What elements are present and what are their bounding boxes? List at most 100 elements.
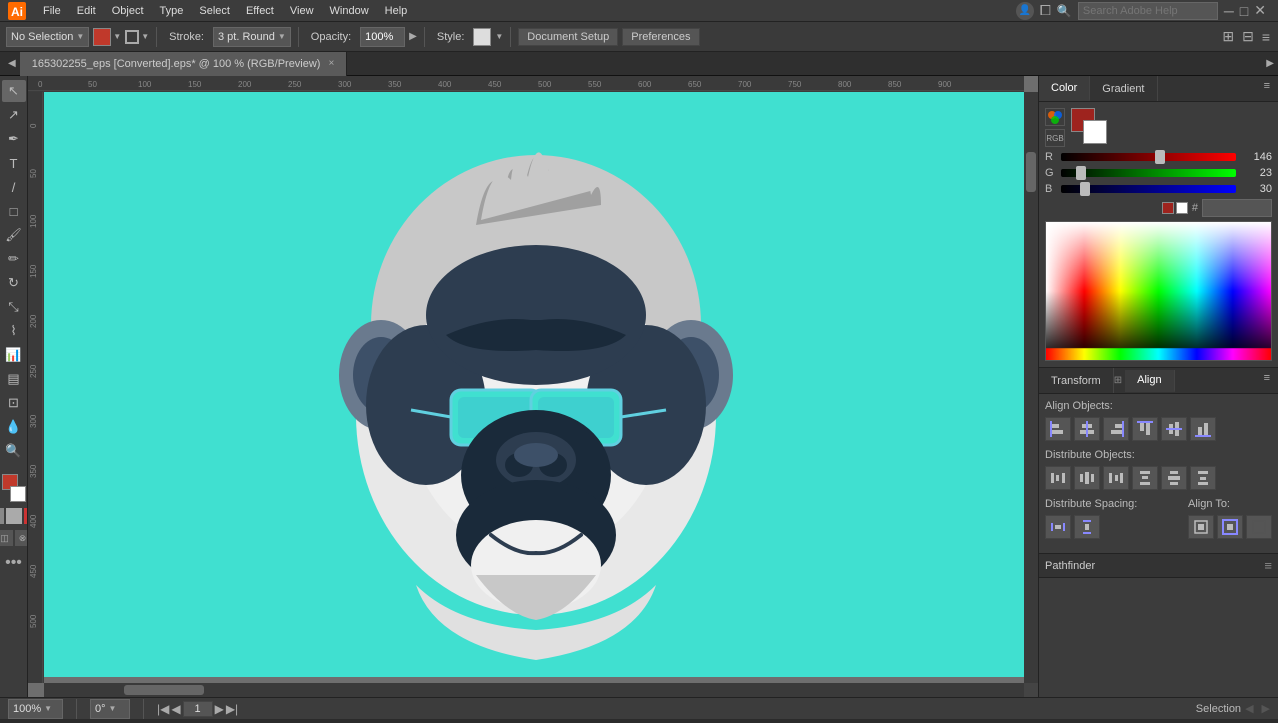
zoom-dropdown[interactable]: 100% ▼ [8, 699, 63, 719]
search-input[interactable] [1078, 2, 1218, 20]
search-btn[interactable]: 🔍 [1057, 4, 1072, 18]
dist-space-v-btn[interactable] [1074, 515, 1100, 539]
rect-tool[interactable]: □ [2, 200, 26, 222]
warp-tool[interactable]: ⌇ [2, 320, 26, 342]
color-gradient-picker[interactable] [1045, 221, 1272, 361]
horizontal-scrollbar[interactable] [44, 683, 1024, 697]
align-center-h-btn[interactable] [1074, 417, 1100, 441]
status-arrow-left[interactable]: ◀ [1245, 702, 1253, 715]
dist-center-h-btn[interactable] [1074, 466, 1100, 490]
pencil-tool[interactable]: ✏ [2, 248, 26, 270]
last-page-btn[interactable]: ▶| [226, 702, 238, 716]
color-tab[interactable]: Color [1039, 76, 1090, 101]
pen-tool[interactable]: ✒ [2, 128, 26, 150]
page-input[interactable] [183, 701, 213, 717]
align-to-key-btn[interactable] [1246, 515, 1272, 539]
eyedropper-tool[interactable]: 💧 [2, 416, 26, 438]
menu-effect[interactable]: Effect [239, 3, 281, 19]
gradient-tab[interactable]: Gradient [1090, 76, 1157, 101]
panel-toggle-left[interactable]: ◀ [8, 58, 16, 69]
rgb-icon[interactable]: RGB [1045, 129, 1065, 147]
opacity-arrow[interactable]: ▶ [409, 31, 417, 42]
paintbrush-tool[interactable]: 🖌 [2, 224, 26, 246]
align-center-v-btn[interactable] [1161, 417, 1187, 441]
prev-page-btn[interactable]: ◀ [171, 702, 180, 716]
fill-color[interactable] [93, 28, 111, 46]
menu-file[interactable]: File [36, 3, 68, 19]
column-graph-tool[interactable]: ▤ [2, 368, 26, 390]
align-top-btn[interactable] [1132, 417, 1158, 441]
align-left-icon[interactable]: ⊞ [1220, 26, 1236, 47]
zoom-tool[interactable]: 🔍 [2, 440, 26, 462]
selection-dropdown[interactable]: No Selection ▼ [6, 27, 89, 47]
opacity-input[interactable] [360, 27, 405, 47]
document-setup-btn[interactable]: Document Setup [518, 28, 618, 46]
dist-top-btn[interactable] [1132, 466, 1158, 490]
dist-right-btn[interactable] [1103, 466, 1129, 490]
menu-select[interactable]: Select [192, 3, 237, 19]
pathfinder-options[interactable]: ≡ [1264, 558, 1272, 573]
maximize-btn[interactable]: □ [1240, 3, 1248, 19]
menu-window[interactable]: Window [323, 3, 376, 19]
menu-type[interactable]: Type [153, 3, 191, 19]
more-tools[interactable]: ••• [5, 554, 22, 572]
dist-space-h-btn[interactable] [1045, 515, 1071, 539]
background-swatch[interactable] [10, 486, 26, 502]
options-icon[interactable]: ≡ [1260, 27, 1272, 47]
view-toggle[interactable]: ⊗ [15, 530, 29, 546]
vertical-scrollbar[interactable] [1024, 92, 1038, 683]
artboard-tool[interactable]: ⊡ [2, 392, 26, 414]
selection-tool[interactable]: ↖ [2, 80, 26, 102]
transform-tab[interactable]: Transform [1039, 368, 1114, 393]
first-page-btn[interactable]: |◀ [157, 702, 169, 716]
hex-input[interactable]: 92171e [1202, 199, 1272, 217]
line-tool[interactable]: / [2, 176, 26, 198]
vertical-scroll-thumb[interactable] [1026, 152, 1036, 192]
stroke-width-dropdown[interactable]: 3 pt. Round ▼ [213, 27, 291, 47]
dist-bottom-btn[interactable] [1190, 466, 1216, 490]
style-caret[interactable]: ▼ [495, 32, 503, 41]
document-tab[interactable]: 165302255_eps [Converted].eps* @ 100 % (… [20, 52, 348, 76]
dist-left-btn[interactable] [1045, 466, 1071, 490]
dist-center-v-btn[interactable] [1161, 466, 1187, 490]
cmyk-icon[interactable] [1045, 108, 1065, 126]
color-panel-options[interactable]: ≡ [1256, 76, 1278, 101]
preferences-btn[interactable]: Preferences [622, 28, 699, 46]
direct-selection-tool[interactable]: ↗ [2, 104, 26, 126]
align-panel-options[interactable]: ≡ [1256, 368, 1278, 393]
stroke-color[interactable] [125, 30, 139, 44]
menu-object[interactable]: Object [105, 3, 151, 19]
stroke-caret[interactable]: ▼ [141, 32, 149, 41]
align-left-btn[interactable] [1045, 417, 1071, 441]
tab-close-btn[interactable]: × [328, 58, 334, 69]
align-bottom-btn[interactable] [1190, 417, 1216, 441]
horizontal-scroll-thumb[interactable] [124, 685, 204, 695]
close-btn[interactable]: ✕ [1254, 2, 1266, 19]
panel-icon[interactable]: ⊟ [1240, 26, 1256, 47]
change-screen[interactable]: ◫ [0, 530, 13, 546]
align-tab[interactable]: Align [1125, 370, 1174, 392]
scale-tool[interactable]: ⤡ [2, 296, 26, 318]
window-btn[interactable]: ⧠ [1040, 2, 1051, 19]
status-arrow-right[interactable]: ▶ [1262, 702, 1270, 715]
draw-behind[interactable] [6, 508, 22, 524]
menu-edit[interactable]: Edit [70, 3, 103, 19]
bg-color-swatch[interactable] [1083, 120, 1107, 144]
align-right-btn[interactable] [1103, 417, 1129, 441]
rotation-dropdown[interactable]: 0° ▼ [90, 699, 130, 719]
style-swatch[interactable] [473, 28, 491, 46]
r-slider[interactable] [1061, 153, 1236, 161]
menu-view[interactable]: View [283, 3, 321, 19]
next-page-btn[interactable]: ▶ [215, 702, 224, 716]
user-icon[interactable]: 👤 [1016, 2, 1034, 20]
minimize-btn[interactable]: ─ [1224, 3, 1234, 19]
tab-right-arrow[interactable]: ▶ [1262, 58, 1278, 69]
b-slider[interactable] [1061, 185, 1236, 193]
draw-normal[interactable] [0, 508, 4, 524]
menu-help[interactable]: Help [378, 3, 415, 19]
type-tool[interactable]: T [2, 152, 26, 174]
g-slider[interactable] [1061, 169, 1236, 177]
graph-tool[interactable]: 📊 [2, 344, 26, 366]
align-to-artboard-btn[interactable] [1217, 515, 1243, 539]
align-to-selection-btn[interactable] [1188, 515, 1214, 539]
